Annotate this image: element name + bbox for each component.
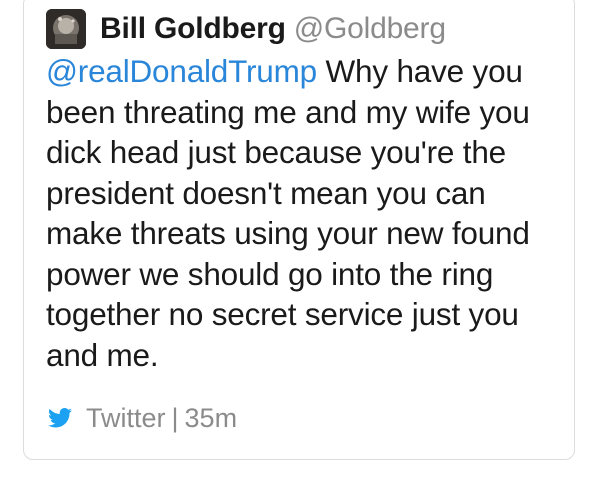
avatar[interactable]: [46, 9, 86, 49]
avatar-image: [46, 9, 86, 49]
tweet-footer: Twitter | 35m: [48, 403, 237, 433]
tweet-body: Why have you been threating me and my wi…: [46, 53, 530, 373]
footer-separator: |: [171, 402, 179, 433]
author-display-name[interactable]: Bill Goldberg: [100, 12, 286, 46]
mention-link[interactable]: @realDonaldTrump: [46, 53, 317, 89]
tweet-card[interactable]: Bill Goldberg @Goldberg @realDonaldTrump…: [23, 0, 575, 460]
author-handle[interactable]: @Goldberg: [294, 12, 446, 46]
tweet-source[interactable]: Twitter: [86, 403, 166, 434]
twitter-bird-icon: [48, 408, 72, 428]
tweet-timestamp[interactable]: 35m: [185, 403, 238, 434]
tweet-header: Bill Goldberg @Goldberg: [46, 9, 446, 49]
tweet-text: @realDonaldTrump Why have you been threa…: [46, 51, 566, 375]
